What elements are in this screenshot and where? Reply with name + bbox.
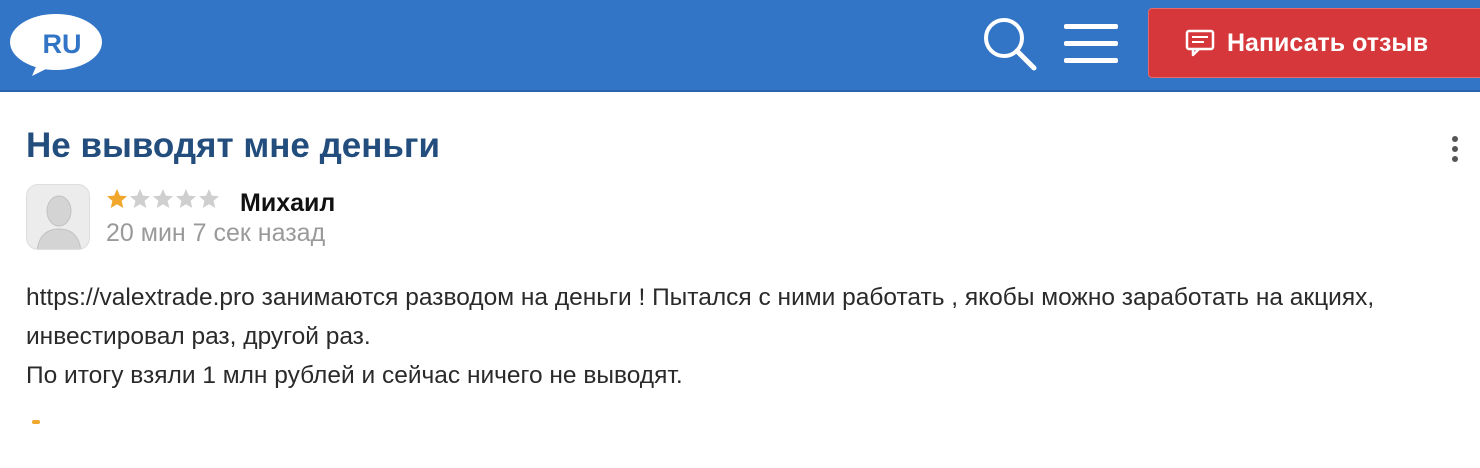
avatar [26, 184, 90, 250]
partial-star-icon [32, 420, 40, 424]
star-empty-icon [175, 188, 197, 210]
star-rating [106, 188, 221, 214]
write-review-label: Написать отзыв [1227, 29, 1429, 57]
star-filled-icon [106, 188, 128, 210]
logo-text: RU [42, 29, 82, 59]
site-logo[interactable]: RU [8, 8, 104, 76]
review-body: https://valextrade.pro занимаются развод… [26, 278, 1466, 395]
hamburger-menu-icon[interactable] [1060, 16, 1122, 72]
top-bar: RU Написать отзыв [0, 0, 1480, 92]
review-timestamp: 20 мин 7 сек назад [106, 219, 326, 247]
star-empty-icon [129, 188, 151, 210]
star-empty-icon [198, 188, 220, 210]
star-empty-icon [152, 188, 174, 210]
author-name[interactable]: Михаил [240, 186, 335, 220]
review-title[interactable]: Не выводят мне деньги [26, 126, 440, 166]
review-paragraph: По итогу взяли 1 млн рублей и сейчас нич… [26, 362, 683, 389]
write-review-button[interactable]: Написать отзыв [1148, 8, 1480, 78]
message-icon [1185, 29, 1215, 57]
user-silhouette-icon [36, 195, 82, 249]
review-paragraph: https://valextrade.pro занимаются развод… [26, 284, 1375, 350]
more-options-icon[interactable] [1444, 136, 1466, 168]
search-icon[interactable] [980, 14, 1040, 74]
